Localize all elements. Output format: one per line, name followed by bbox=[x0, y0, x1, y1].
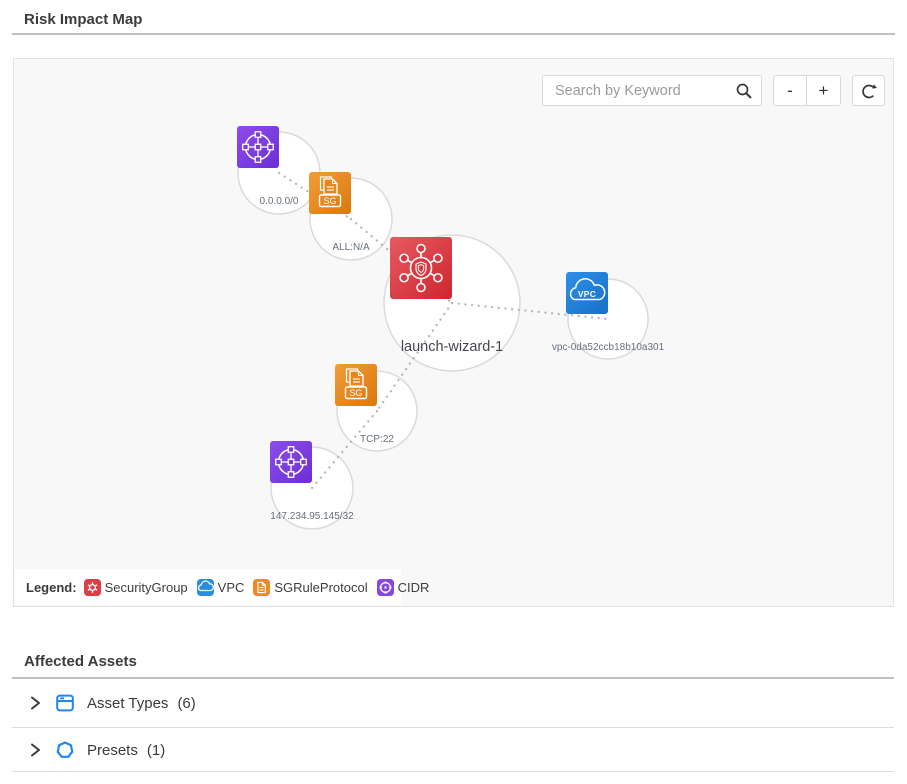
legend-title: Legend: bbox=[26, 580, 77, 595]
vpc-legend-icon bbox=[197, 579, 214, 596]
search-button[interactable] bbox=[727, 76, 761, 105]
asset-row-asset-types[interactable]: Asset Types (6) bbox=[12, 679, 894, 728]
node-label: vpc-0da52ccb18b10a301 bbox=[552, 342, 665, 353]
refresh-icon bbox=[859, 81, 879, 101]
affected-assets-title: Affected Assets bbox=[24, 653, 137, 670]
legend-item-cidr: CIDR bbox=[377, 579, 430, 596]
chevron-right-icon bbox=[28, 695, 42, 711]
node-label: 0.0.0.0/0 bbox=[260, 196, 299, 207]
legend: Legend: SecurityGroup VPC bbox=[15, 569, 401, 605]
vpc-icon bbox=[566, 272, 608, 314]
asset-row-count: (6) bbox=[177, 695, 195, 712]
search-icon bbox=[735, 82, 753, 100]
asset-row-presets[interactable]: Presets (1) bbox=[12, 729, 894, 772]
risk-impact-map-panel: SG V bbox=[13, 58, 894, 607]
legend-label: SecurityGroup bbox=[105, 580, 188, 595]
legend-label: CIDR bbox=[398, 580, 430, 595]
legend-item-vpc: VPC bbox=[197, 579, 245, 596]
legend-label: SGRuleProtocol bbox=[274, 580, 367, 595]
asset-row-label: Presets bbox=[87, 742, 138, 759]
node-label: launch-wizard-1 bbox=[401, 339, 503, 355]
chevron-right-icon bbox=[28, 742, 42, 758]
presets-icon bbox=[55, 740, 75, 760]
securitygroup-icon bbox=[390, 237, 452, 299]
asset-row-label: Asset Types bbox=[87, 695, 168, 712]
risk-impact-graph: SG V bbox=[14, 59, 895, 606]
asset-types-icon bbox=[55, 693, 75, 713]
legend-item-sgruleprotocol: SGRuleProtocol bbox=[253, 579, 367, 596]
page-title: Risk Impact Map bbox=[24, 11, 142, 28]
sg-rule-legend-icon bbox=[253, 579, 270, 596]
search-input[interactable] bbox=[543, 83, 727, 99]
cidr-icon bbox=[237, 126, 279, 168]
cidr-legend-icon bbox=[377, 579, 394, 596]
node-label: TCP:22 bbox=[360, 434, 394, 445]
legend-item-securitygroup: SecurityGroup bbox=[84, 579, 188, 596]
zoom-in-button[interactable]: + bbox=[807, 76, 840, 105]
title-divider bbox=[12, 33, 895, 35]
reset-view-button[interactable] bbox=[852, 75, 885, 106]
node-label: ALL:N/A bbox=[332, 242, 370, 253]
search-box bbox=[542, 75, 762, 106]
zoom-controls: - + bbox=[773, 75, 841, 106]
node-label: 147.234.95.145/32 bbox=[270, 511, 354, 522]
sgruleprotocol-icon bbox=[335, 364, 377, 406]
legend-label: VPC bbox=[218, 580, 245, 595]
zoom-out-button[interactable]: - bbox=[774, 76, 807, 105]
asset-row-count: (1) bbox=[147, 742, 165, 759]
security-group-legend-icon bbox=[84, 579, 101, 596]
cidr-icon bbox=[270, 441, 312, 483]
sgruleprotocol-icon bbox=[309, 172, 351, 214]
